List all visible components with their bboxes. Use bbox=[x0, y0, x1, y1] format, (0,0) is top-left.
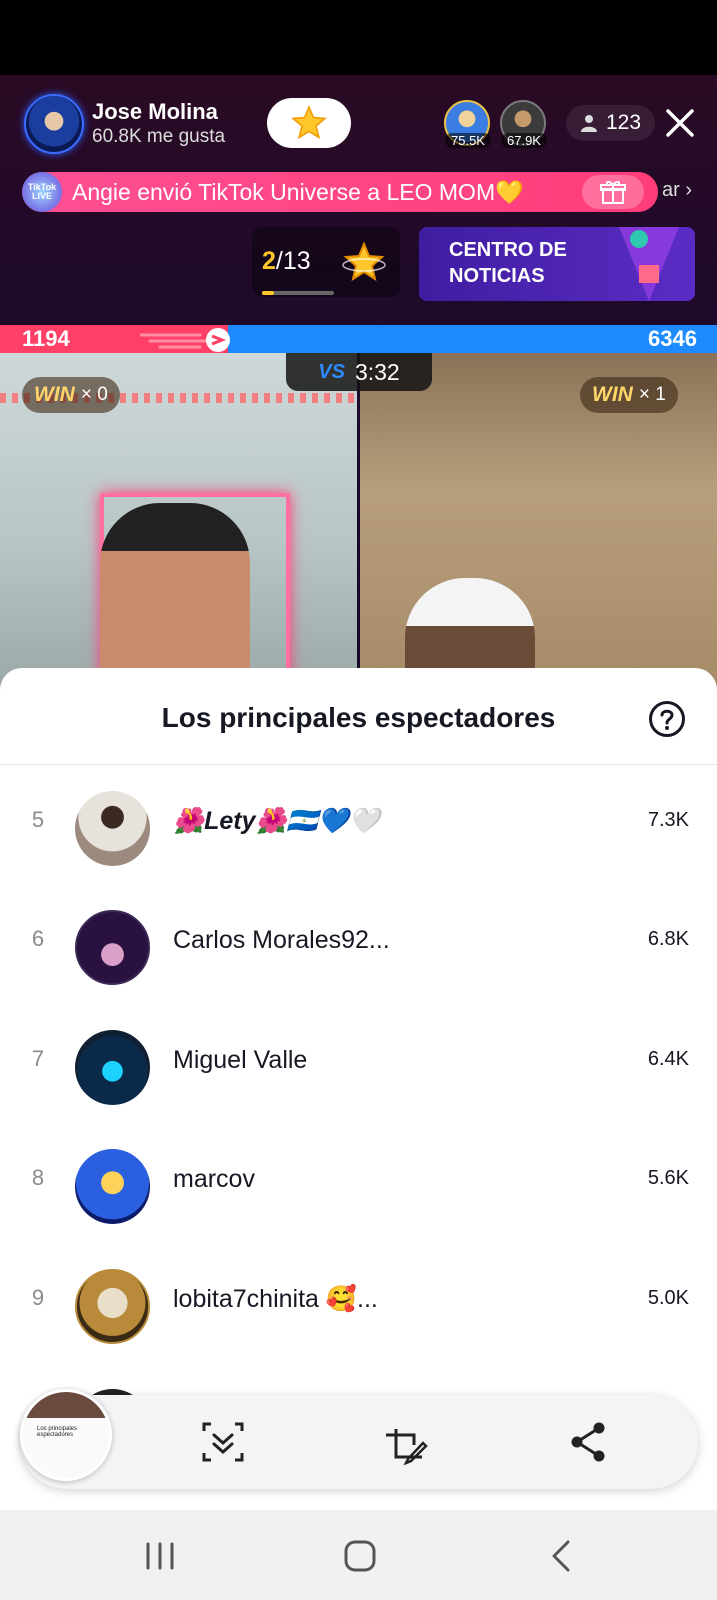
vs-label: VS bbox=[318, 360, 345, 383]
chevron-right-icon: › bbox=[685, 179, 693, 201]
tiktok-live-logo: TikTok LIVE bbox=[22, 172, 62, 212]
timer-value: 3:32 bbox=[354, 358, 400, 385]
viewer-score: 6.8K bbox=[647, 928, 689, 950]
live-stream: Jose Molina 60.8K me gusta 75.5K 67.9K 1… bbox=[0, 75, 717, 695]
left-win-count: × 0 bbox=[80, 384, 108, 405]
list-item[interactable]: 5 🌺Lety🌺🇳🇮💙🤍 7.3K bbox=[0, 783, 717, 873]
host-name: Jose Molina bbox=[92, 99, 218, 124]
news-center-button[interactable]: CENTRO DE NOTICIAS bbox=[419, 227, 695, 301]
viewer-name: lobita7chinita 🥰... bbox=[173, 1285, 378, 1313]
avatar[interactable] bbox=[75, 1149, 150, 1224]
close-icon[interactable] bbox=[662, 105, 698, 141]
top-viewer-avatar-2[interactable]: 67.9K bbox=[500, 100, 547, 148]
gift-box-button[interactable] bbox=[582, 175, 644, 209]
avatar[interactable] bbox=[75, 910, 150, 985]
left-win-streak: WIN × 0 bbox=[22, 377, 120, 413]
battle-timer: VS 3:32 bbox=[286, 353, 432, 391]
host-text: Jose Molina 60.8K me gusta bbox=[92, 99, 225, 149]
screenshot-thumbnail[interactable]: Los principales espectadores bbox=[20, 1389, 112, 1481]
gift-banner[interactable]: TikTok LIVE Angie envió TikTok Universe … bbox=[22, 172, 658, 212]
battle-streak-icon bbox=[140, 328, 230, 352]
favorite-button[interactable] bbox=[267, 98, 351, 148]
scroll-capture-icon[interactable] bbox=[200, 1419, 246, 1465]
top-viewer-count-1: 75.5K bbox=[445, 133, 491, 148]
top-viewer-avatar-1[interactable]: 75.5K bbox=[444, 100, 491, 148]
share-icon[interactable] bbox=[565, 1419, 611, 1465]
viewer-count-button[interactable]: 123 bbox=[566, 105, 656, 141]
viewer-name: Carlos Morales92... bbox=[173, 926, 390, 954]
right-win-streak: WIN × 1 bbox=[580, 377, 678, 413]
viewer-rank: 8 bbox=[31, 1165, 45, 1190]
battle-bar-opponent bbox=[228, 325, 717, 353]
ranking-star-icon bbox=[342, 241, 386, 282]
right-win-count: × 1 bbox=[638, 384, 666, 405]
viewer-rank: 5 bbox=[31, 807, 45, 832]
host-info[interactable]: Jose Molina 60.8K me gusta bbox=[24, 93, 225, 155]
battle-cameras: WIN × 0 WIN × 1 VS 3:32 bbox=[0, 353, 717, 695]
viewer-score: 7.3K bbox=[647, 809, 689, 831]
viewer-count: 123 bbox=[606, 111, 642, 134]
viewer-rank: 9 bbox=[31, 1285, 45, 1310]
viewer-name: marcov bbox=[173, 1165, 255, 1193]
news-label: CENTRO DE NOTICIAS bbox=[449, 239, 567, 287]
thumbnail-caption: Los principales espectadores bbox=[37, 1426, 78, 1438]
viewer-name: Miguel Valle bbox=[173, 1046, 308, 1074]
battle-left-score: 1194 bbox=[22, 326, 70, 351]
list-item[interactable]: 9 lobita7chinita 🥰... 5.0K bbox=[0, 1261, 717, 1351]
list-item[interactable]: 7 Miguel Valle 6.4K bbox=[0, 1022, 717, 1112]
battle-right-score: 6346 bbox=[648, 326, 697, 351]
top-viewer-count-2: 67.9K bbox=[501, 133, 547, 148]
sheet-header: Los principales espectadores bbox=[0, 668, 717, 765]
gift-icon bbox=[600, 181, 626, 204]
screenshot-toolbar: Los principales espectadores bbox=[20, 1389, 698, 1489]
viewer-name: 🌺Lety🌺🇳🇮💙🤍 bbox=[173, 807, 381, 835]
star-icon bbox=[291, 105, 327, 140]
avatar[interactable] bbox=[75, 1269, 150, 1344]
top-viewers-sheet: Los principales espectadores 5 🌺Lety🌺🇳🇮💙… bbox=[0, 668, 717, 1510]
right-win-label: WIN bbox=[592, 383, 633, 406]
viewer-score: 6.4K bbox=[647, 1048, 689, 1070]
host-avatar[interactable] bbox=[24, 94, 84, 154]
viewer-score: 5.0K bbox=[647, 1287, 689, 1309]
gift-trailing-text: ar bbox=[662, 179, 680, 201]
recent-apps-icon[interactable] bbox=[136, 1532, 184, 1580]
news-icon bbox=[619, 227, 679, 301]
back-icon[interactable] bbox=[538, 1532, 586, 1580]
avatar[interactable] bbox=[75, 1030, 150, 1105]
battle-score-bar: 1194 6346 bbox=[0, 325, 717, 353]
edit-screenshot-icon[interactable] bbox=[382, 1419, 428, 1465]
rank-progress-bar bbox=[262, 291, 334, 295]
person-icon bbox=[581, 115, 597, 132]
host-likes: 60.8K me gusta bbox=[92, 126, 226, 147]
list-item[interactable]: 6 Carlos Morales92... 6.8K bbox=[0, 902, 717, 992]
gift-banner-more[interactable]: ar › bbox=[662, 179, 692, 202]
sheet-title: Los principales espectadores bbox=[161, 702, 556, 733]
left-win-label: WIN bbox=[34, 383, 75, 406]
rank-number: 2/13 bbox=[262, 247, 311, 275]
viewer-rank: 7 bbox=[31, 1046, 45, 1071]
list-item[interactable]: 8 marcov 5.6K bbox=[0, 1141, 717, 1231]
help-icon[interactable] bbox=[648, 700, 686, 738]
gift-message: Angie envió TikTok Universe a LEO MOM💛 bbox=[72, 178, 524, 205]
hourly-ranking[interactable]: 2/13 bbox=[252, 227, 400, 297]
viewer-score: 5.6K bbox=[647, 1167, 689, 1189]
viewer-rank: 6 bbox=[31, 926, 45, 951]
home-icon[interactable] bbox=[336, 1532, 384, 1580]
system-navigation-bar bbox=[0, 1510, 717, 1600]
host-person bbox=[100, 503, 250, 695]
avatar[interactable] bbox=[75, 791, 150, 866]
